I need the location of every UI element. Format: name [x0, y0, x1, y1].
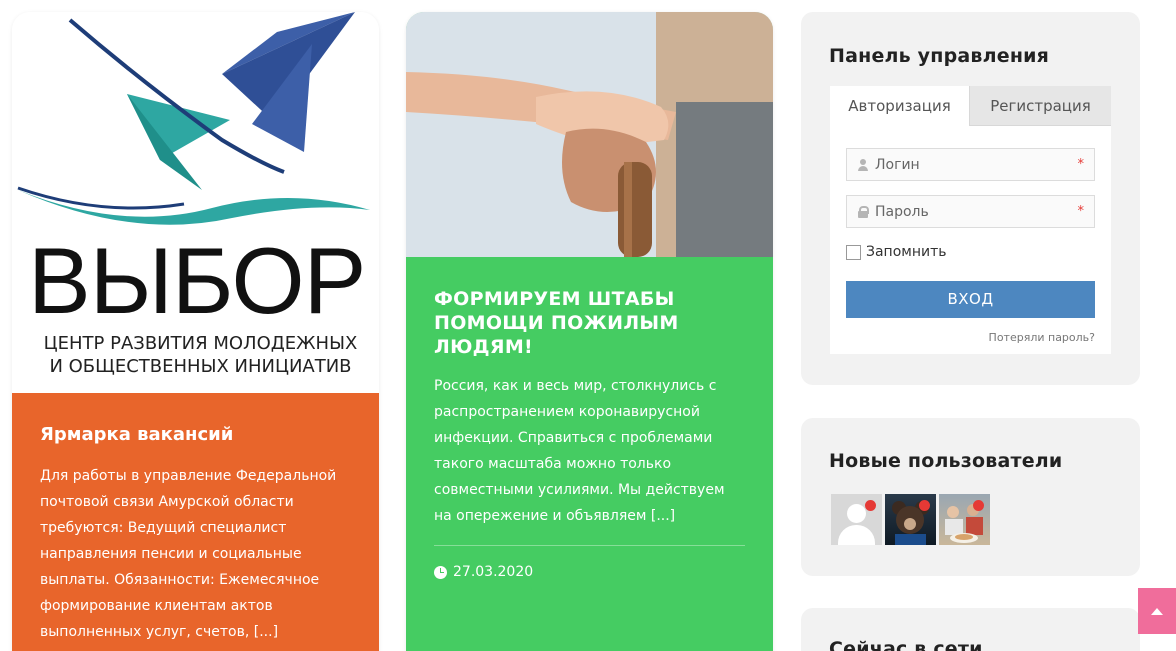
scroll-to-top-button[interactable] — [1138, 588, 1176, 634]
logo-subtitle-line1: ЦЕНТР РАЗВИТИЯ МОЛОДЕЖНЫХ — [43, 333, 358, 354]
card-date-text: 27.03.2020 — [453, 564, 534, 580]
required-mark: * — [1077, 157, 1085, 172]
news-card-elderly-help[interactable]: Формируем штабы помощи пожилым людям! Ро… — [406, 12, 773, 651]
card-body: Ярмарка вакансий Для работы в управление… — [12, 393, 379, 651]
auth-box: Авторизация Регистрация Логин * Пароль *… — [830, 86, 1111, 354]
tab-login[interactable]: Авторизация — [830, 86, 969, 126]
password-placeholder: Пароль — [875, 203, 929, 220]
logo-subtitle-line2: И ОБЩЕСТВЕННЫХ ИНИЦИАТИВ — [49, 356, 352, 377]
logo-wordmark: ВЫБОР — [28, 228, 366, 333]
news-card-vacancies[interactable]: ВЫБОР ЦЕНТР РАЗВИТИЯ МОЛОДЕЖНЫХ И ОБЩЕСТ… — [12, 12, 379, 651]
card-photo — [406, 12, 773, 257]
avatar[interactable] — [831, 494, 882, 545]
user-icon — [857, 158, 869, 171]
card-divider — [434, 545, 745, 546]
new-users-list — [831, 494, 990, 545]
avatar[interactable] — [885, 494, 936, 545]
required-mark: * — [1077, 204, 1085, 219]
tab-register[interactable]: Регистрация — [969, 86, 1111, 126]
widget-title: Сейчас в сети — [829, 638, 983, 651]
hands-cane-photo-icon — [406, 12, 773, 257]
card-title[interactable]: Ярмарка вакансий — [40, 423, 351, 447]
status-dot — [973, 500, 984, 511]
widget-title: Новые пользователи — [829, 450, 1063, 472]
card-body: Формируем штабы помощи пожилым людям! Ро… — [406, 257, 773, 580]
paper-plane-logo-icon — [17, 12, 370, 225]
card-excerpt: Для работы в управление Федеральной почт… — [40, 468, 337, 640]
online-now-widget: Сейчас в сети — [801, 608, 1140, 651]
avatar[interactable] — [939, 494, 990, 545]
lost-password-link[interactable]: Потеряли пароль? — [989, 331, 1095, 344]
login-placeholder: Логин — [875, 156, 920, 173]
remember-checkbox[interactable] — [846, 244, 861, 260]
login-field[interactable]: Логин * — [846, 148, 1095, 181]
auth-tabs: Авторизация Регистрация — [830, 86, 1111, 126]
control-panel-widget: Панель управления Авторизация Регистраци… — [801, 12, 1140, 385]
logo-subtitle: ЦЕНТР РАЗВИТИЯ МОЛОДЕЖНЫХ И ОБЩЕСТВЕННЫХ… — [28, 332, 373, 378]
new-users-widget: Новые пользователи — [801, 418, 1140, 576]
status-dot — [919, 500, 930, 511]
card-excerpt: Россия, как и весь мир, столкнулись с ра… — [434, 378, 725, 524]
login-button[interactable]: ВХОД — [846, 281, 1095, 318]
password-field[interactable]: Пароль * — [846, 195, 1095, 228]
default-avatar-icon — [847, 504, 866, 523]
remember-me[interactable]: Запомнить — [846, 244, 947, 260]
lock-icon — [857, 205, 869, 218]
clock-icon — [434, 565, 447, 579]
status-dot — [865, 500, 876, 511]
widget-title: Панель управления — [829, 45, 1050, 67]
vybor-logo: ВЫБОР ЦЕНТР РАЗВИТИЯ МОЛОДЕЖНЫХ И ОБЩЕСТ… — [12, 12, 379, 392]
remember-label: Запомнить — [866, 244, 947, 260]
card-title[interactable]: Формируем штабы помощи пожилым людям! — [434, 287, 745, 359]
card-date: 27.03.2020 — [434, 564, 745, 580]
